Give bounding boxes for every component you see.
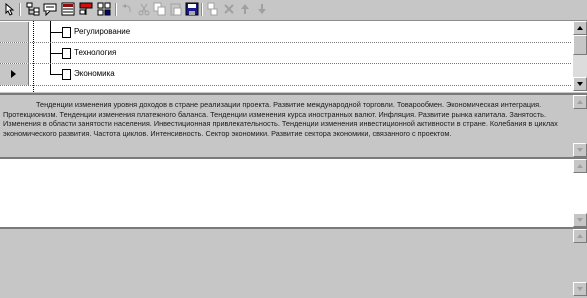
comment-icon[interactable] <box>43 2 57 16</box>
tree-node-label: Экономика <box>74 69 115 78</box>
node-icon <box>62 69 71 80</box>
description-panel[interactable]: Тенденции изменения уровня доходов в стр… <box>0 93 587 159</box>
description-scrollbar[interactable] <box>573 95 587 157</box>
flag-icon[interactable] <box>79 2 93 16</box>
paste-icon[interactable] <box>169 2 183 16</box>
editor-scrollbar[interactable] <box>573 159 587 227</box>
row-header[interactable] <box>0 64 29 85</box>
move-up-icon[interactable] <box>238 2 252 16</box>
tree-view-icon[interactable] <box>26 2 40 16</box>
move-icon[interactable] <box>206 2 220 16</box>
pointer-icon[interactable] <box>3 2 17 16</box>
scroll-down-button[interactable] <box>573 77 587 91</box>
tree-node-label: Технология <box>74 48 117 57</box>
cut-icon[interactable] <box>137 2 151 16</box>
bottom-scrollbar[interactable] <box>573 229 587 296</box>
copy-icon[interactable] <box>153 2 167 16</box>
scroll-up-button[interactable] <box>573 229 587 243</box>
toolbar <box>0 0 587 20</box>
node-icon <box>62 27 71 38</box>
scroll-up-button[interactable] <box>573 159 587 173</box>
description-text: Тенденции изменения уровня доходов в стр… <box>3 100 558 138</box>
scroll-down-button[interactable] <box>573 143 587 157</box>
save-icon[interactable] <box>185 2 199 16</box>
move-down-icon[interactable] <box>255 2 269 16</box>
tree-row[interactable]: Технология <box>0 43 571 64</box>
scroll-down-button[interactable] <box>573 282 587 296</box>
scroll-up-button[interactable] <box>573 95 587 109</box>
tree-row[interactable]: Регулирование <box>0 22 571 43</box>
bottom-panel[interactable] <box>0 227 587 298</box>
scroll-up-button[interactable] <box>573 21 587 35</box>
scroll-thumb[interactable] <box>573 35 587 55</box>
current-row-indicator-icon <box>11 70 16 78</box>
undo-icon[interactable] <box>120 2 134 16</box>
row-header[interactable] <box>0 43 29 63</box>
tree-scrollbar[interactable] <box>573 21 587 91</box>
table-icon[interactable] <box>97 2 111 16</box>
editor-panel[interactable] <box>0 157 587 229</box>
tree-node-label: Регулирование <box>74 27 131 36</box>
delete-icon[interactable] <box>222 2 236 16</box>
list-icon[interactable] <box>61 2 75 16</box>
node-icon <box>62 48 71 59</box>
tree-panel: Регулирование Технология Экономика <box>0 20 587 92</box>
row-header[interactable] <box>0 22 29 42</box>
scroll-down-button[interactable] <box>573 213 587 227</box>
tree-row-selected[interactable]: Экономика <box>0 64 571 86</box>
